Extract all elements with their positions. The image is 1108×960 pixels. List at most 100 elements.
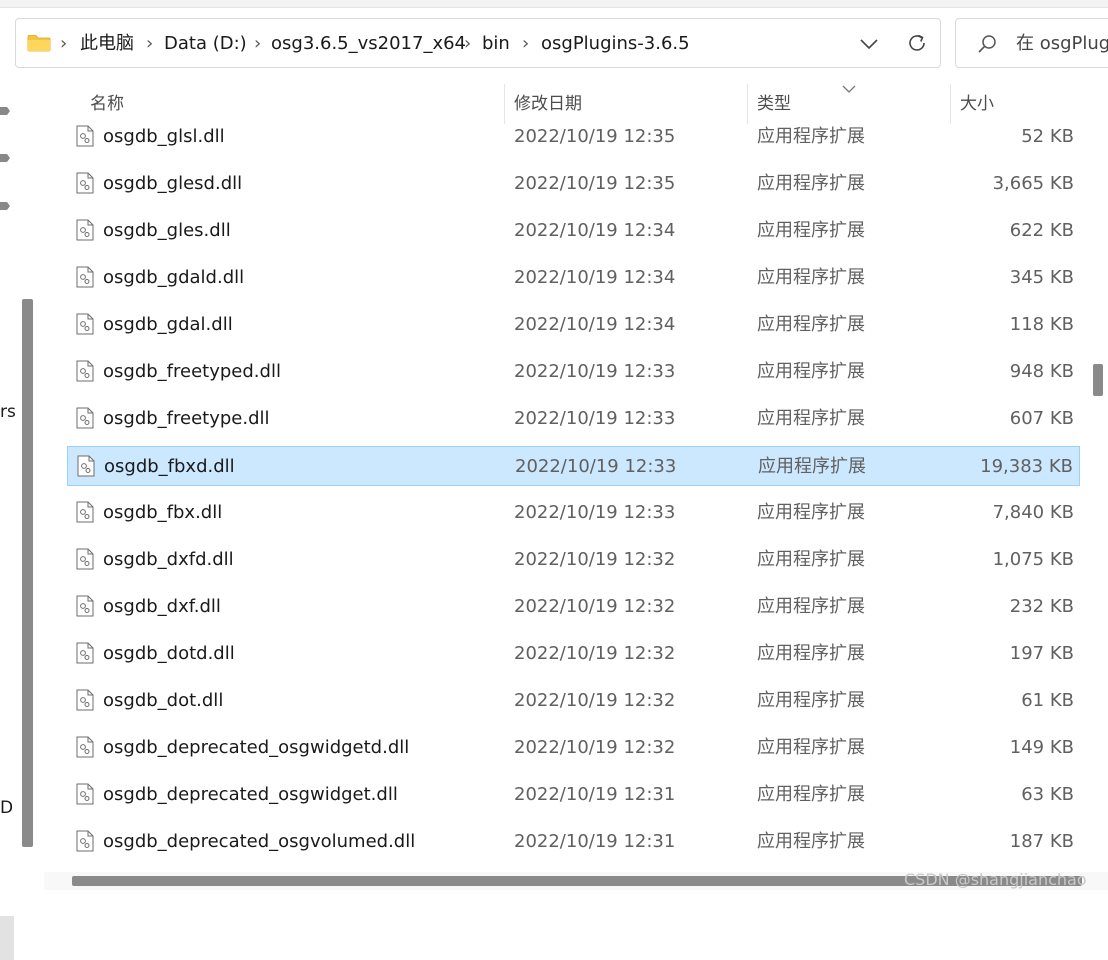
nav-item-fragment[interactable]: D	[0, 798, 13, 818]
file-size: 149 KB	[1009, 737, 1074, 758]
chevron-down-icon[interactable]	[858, 33, 880, 55]
breadcrumb-drive[interactable]: Data (D:)	[164, 32, 247, 56]
dll-file-icon	[76, 548, 94, 570]
watermark: CSDN @shangjianchao	[904, 870, 1087, 889]
table-row[interactable]: osgdb_dot.dll 2022/10/19 12:32 应用程序扩展 61 KB	[67, 681, 1080, 721]
dll-file-icon	[76, 783, 94, 805]
file-modified-date: 2022/10/19 12:34	[514, 220, 676, 241]
file-name: osgdb_dxf.dll	[103, 596, 221, 617]
column-header-date[interactable]: 修改日期	[514, 92, 582, 116]
vertical-scrollbar-thumb[interactable]	[1093, 364, 1103, 396]
table-row[interactable]: osgdb_freetyped.dll 2022/10/19 12:33 应用程序扩…	[67, 352, 1080, 392]
nav-item-fragment[interactable]: rs	[0, 402, 16, 422]
file-modified-date: 2022/10/19 12:35	[514, 173, 676, 194]
file-type: 应用程序扩展	[757, 784, 865, 805]
dll-file-icon	[76, 642, 94, 664]
file-name: osgdb_dxfd.dll	[103, 549, 234, 570]
column-header-size[interactable]: 大小	[960, 92, 994, 116]
table-row[interactable]: osgdb_deprecated_osgwidgetd.dll 2022/10/1…	[67, 728, 1080, 768]
file-modified-date: 2022/10/19 12:33	[514, 502, 676, 523]
file-modified-date: 2022/10/19 12:33	[514, 408, 676, 429]
table-row[interactable]: osgdb_glsl.dll 2022/10/19 12:35 应用程序扩展 52 K…	[67, 117, 1080, 157]
file-size: 345 KB	[1009, 267, 1074, 288]
dll-file-icon	[76, 266, 94, 288]
file-type: 应用程序扩展	[757, 408, 865, 429]
file-size: 607 KB	[1009, 408, 1074, 429]
breadcrumb-this-pc[interactable]: 此电脑	[80, 32, 134, 56]
navigation-pane[interactable]: rs D	[0, 84, 40, 960]
file-size: 187 KB	[1009, 831, 1074, 852]
file-list[interactable]: 名称 修改日期 类型 大小 osgdb_glsl.dll 2022/10/19 1…	[44, 84, 1084, 872]
file-name: osgdb_glsl.dll	[103, 126, 225, 147]
chevron-right-icon: ›	[60, 33, 68, 54]
table-row[interactable]: osgdb_glesd.dll 2022/10/19 12:35 应用程序扩展 3,6…	[67, 164, 1080, 204]
breadcrumb-bin[interactable]: bin	[482, 32, 510, 56]
file-type: 应用程序扩展	[757, 596, 865, 617]
file-size: 52 KB	[1021, 126, 1074, 147]
pin-icon[interactable]	[0, 104, 10, 118]
file-size: 1,075 KB	[992, 549, 1074, 570]
nav-scrollbar-thumb[interactable]	[22, 299, 33, 847]
table-row[interactable]: osgdb_gdal.dll 2022/10/19 12:34 应用程序扩展 118 …	[67, 305, 1080, 345]
pin-icon[interactable]	[0, 199, 10, 213]
file-type: 应用程序扩展	[757, 502, 865, 523]
file-type: 应用程序扩展	[757, 831, 865, 852]
file-modified-date: 2022/10/19 12:34	[514, 314, 676, 335]
dll-file-icon	[76, 125, 94, 147]
table-row[interactable]: osgdb_dxfd.dll 2022/10/19 12:32 应用程序扩展 1,07…	[67, 540, 1080, 580]
file-modified-date: 2022/10/19 12:31	[514, 831, 676, 852]
search-icon	[978, 35, 996, 53]
nav-item-highlight[interactable]	[0, 916, 14, 960]
file-modified-date: 2022/10/19 12:32	[514, 549, 676, 570]
chevron-right-icon: ›	[254, 33, 262, 54]
file-modified-date: 2022/10/19 12:32	[514, 643, 676, 664]
dll-file-icon	[76, 219, 94, 241]
refresh-icon[interactable]	[905, 31, 929, 55]
file-type: 应用程序扩展	[757, 361, 865, 382]
file-modified-date: 2022/10/19 12:34	[514, 267, 676, 288]
file-modified-date: 2022/10/19 12:32	[514, 596, 676, 617]
file-size: 7,840 KB	[992, 502, 1074, 523]
folder-icon	[27, 35, 51, 52]
file-size: 232 KB	[1009, 596, 1074, 617]
file-modified-date: 2022/10/19 12:32	[514, 690, 676, 711]
dll-file-icon	[76, 360, 94, 382]
table-row[interactable]: osgdb_gdald.dll 2022/10/19 12:34 应用程序扩展 345…	[67, 258, 1080, 298]
dll-file-icon	[76, 830, 94, 852]
file-name: osgdb_glesd.dll	[103, 173, 243, 194]
dll-file-icon	[76, 313, 94, 335]
table-row[interactable]: osgdb_dotd.dll 2022/10/19 12:32 应用程序扩展 197 …	[67, 634, 1080, 674]
breadcrumb-osg-folder[interactable]: osg3.6.5_vs2017_x64	[271, 32, 466, 56]
file-type: 应用程序扩展	[757, 549, 865, 570]
search-placeholder: 在 osgPlug	[1016, 33, 1108, 54]
file-modified-date: 2022/10/19 12:32	[514, 737, 676, 758]
table-row[interactable]: osgdb_fbxd.dll 2022/10/19 12:33 应用程序扩展 19,3…	[67, 446, 1080, 486]
column-header-type[interactable]: 类型	[757, 92, 791, 116]
file-size: 61 KB	[1021, 690, 1074, 711]
table-row[interactable]: osgdb_gles.dll 2022/10/19 12:34 应用程序扩展 622 …	[67, 211, 1080, 251]
column-header-name[interactable]: 名称	[90, 92, 124, 116]
file-name: osgdb_dotd.dll	[103, 643, 235, 664]
address-bar[interactable]: › 此电脑 › Data (D:) › osg3.6.5_vs2017_x64 …	[15, 18, 941, 68]
window-top-strip	[0, 0, 1108, 8]
search-input[interactable]: 在 osgPlug	[955, 18, 1108, 68]
file-name: osgdb_freetyped.dll	[103, 361, 281, 382]
table-row[interactable]: osgdb_freetype.dll 2022/10/19 12:33 应用程序扩展…	[67, 399, 1080, 439]
file-name: osgdb_fbxd.dll	[104, 456, 235, 477]
file-type: 应用程序扩展	[757, 173, 865, 194]
breadcrumb-plugins[interactable]: osgPlugins-3.6.5	[541, 32, 690, 56]
file-size: 197 KB	[1009, 643, 1074, 664]
file-name: osgdb_freetype.dll	[103, 408, 270, 429]
dll-file-icon	[76, 595, 94, 617]
table-row[interactable]: osgdb_fbx.dll 2022/10/19 12:33 应用程序扩展 7,840…	[67, 493, 1080, 533]
pin-icon[interactable]	[0, 151, 10, 165]
table-row[interactable]: osgdb_dxf.dll 2022/10/19 12:32 应用程序扩展 232 K…	[67, 587, 1080, 627]
table-row[interactable]: osgdb_deprecated_osgvolumed.dll 2022/10/1…	[67, 822, 1080, 862]
file-size: 118 KB	[1009, 314, 1074, 335]
file-type: 应用程序扩展	[757, 126, 865, 147]
file-size: 948 KB	[1009, 361, 1074, 382]
chevron-right-icon: ›	[464, 33, 472, 54]
dll-file-icon	[76, 689, 94, 711]
chevron-right-icon: ›	[522, 33, 530, 54]
table-row[interactable]: osgdb_deprecated_osgwidget.dll 2022/10/19…	[67, 775, 1080, 815]
